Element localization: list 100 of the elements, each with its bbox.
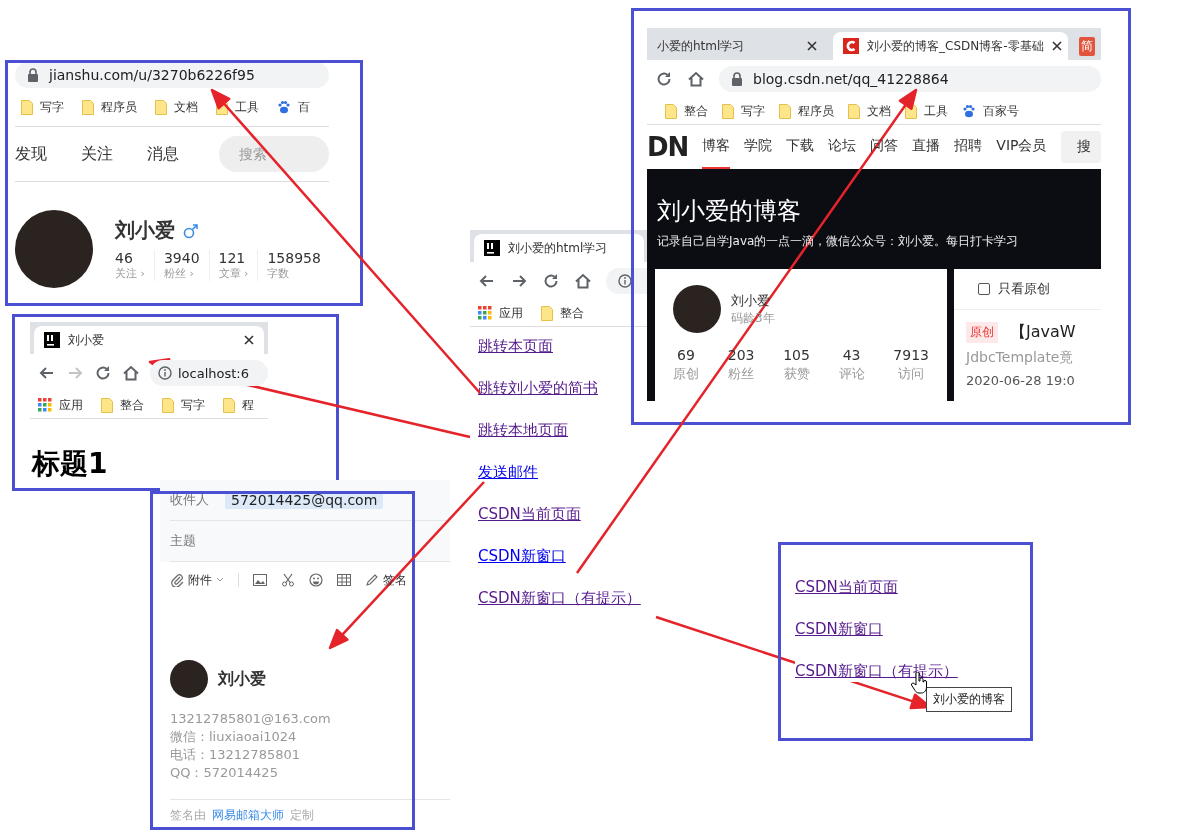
folder-icon — [779, 103, 791, 119]
url-text: blog.csdn.net/qq_41228864 — [753, 71, 949, 87]
nav-item[interactable]: 招聘 — [954, 125, 983, 169]
link[interactable]: CSDN当前页面 — [795, 576, 898, 598]
profile-meta: 码龄3年 — [731, 309, 775, 327]
stat-value: 7913 — [893, 347, 929, 363]
bookmark-item[interactable]: 文档 — [867, 102, 891, 120]
bookmark-item[interactable]: 应用 — [499, 304, 523, 322]
footer-link[interactable]: 网易邮箱大师 — [212, 806, 284, 824]
app-logo-icon — [44, 332, 60, 348]
link[interactable]: 跳转本地页面 — [478, 419, 568, 441]
url-text: jianshu.com/u/3270b6226f95 — [49, 67, 255, 83]
stat-value: 43 — [842, 347, 861, 363]
signature-line: QQ：572014425 — [170, 764, 279, 782]
stat-value: 69 — [677, 347, 695, 363]
close-icon[interactable] — [807, 41, 817, 51]
folder-icon — [665, 103, 677, 119]
apps-grid-icon — [38, 398, 52, 412]
article-date: 2020-06-28 19:0 — [966, 373, 1076, 388]
close-icon[interactable] — [1051, 41, 1062, 51]
folder-icon — [101, 397, 113, 413]
caret-icon — [216, 577, 224, 583]
field-label: 主题 — [170, 532, 196, 550]
folder-icon — [82, 99, 94, 115]
paperclip-icon — [170, 573, 184, 587]
bookmark-item[interactable]: 百 — [298, 98, 310, 116]
bookmark-item[interactable]: 整合 — [560, 304, 584, 322]
link[interactable]: CSDN新窗口 — [478, 545, 566, 567]
nav-item[interactable]: VIP会员 — [996, 125, 1047, 169]
bookmark-item[interactable]: 文档 — [174, 98, 198, 116]
stat-value: 105 — [783, 347, 810, 363]
tooltip: 刘小爱的博客 — [926, 687, 1012, 712]
bookmark-item[interactable]: 写字 — [181, 396, 205, 414]
stat-value: 46 — [115, 250, 134, 266]
field-label: 收件人 — [170, 491, 209, 509]
page-heading: 标题1 — [32, 446, 109, 482]
bookmark-item[interactable]: 写字 — [741, 102, 765, 120]
image-icon[interactable] — [253, 574, 267, 586]
attachment-button[interactable]: 附件 — [170, 571, 224, 589]
bookmark-item[interactable]: 百家号 — [983, 102, 1019, 120]
link[interactable]: CSDN当前页面 — [478, 503, 581, 525]
folder-icon — [223, 397, 235, 413]
bookmark-item[interactable]: 整合 — [684, 102, 708, 120]
folder-icon — [722, 103, 734, 119]
home-icon[interactable] — [574, 272, 592, 290]
nav-item[interactable]: 下载 — [786, 125, 815, 169]
article-summary: JdbcTemplate竟 — [966, 349, 1075, 367]
lock-icon — [27, 68, 39, 82]
nav-item[interactable]: 论坛 — [828, 125, 857, 169]
article-title[interactable]: 【JavaW — [1010, 322, 1076, 343]
close-icon[interactable] — [244, 335, 254, 345]
link[interactable]: 发送邮件 — [478, 461, 538, 483]
male-symbol-icon — [183, 221, 199, 240]
reload-icon[interactable] — [655, 70, 673, 88]
scissors-icon[interactable] — [281, 573, 295, 587]
checkbox[interactable] — [978, 283, 990, 295]
reload-icon[interactable] — [542, 272, 560, 290]
browser-tab[interactable]: 刘小爱的html学习 — [474, 234, 644, 262]
nav-item[interactable]: 发现 — [15, 143, 47, 165]
bookmark-item[interactable]: 工具 — [235, 98, 259, 116]
table-icon[interactable] — [337, 574, 351, 586]
search-field[interactable]: 搜 — [1060, 131, 1101, 163]
bookmark-item[interactable]: 程序员 — [798, 102, 834, 120]
browser-tab[interactable]: 刘小爱的博客_CSDN博客-零基础 — [833, 32, 1068, 60]
nav-item[interactable]: 消息 — [147, 143, 179, 165]
bookmark-item[interactable]: 工具 — [924, 102, 948, 120]
lock-icon — [731, 72, 743, 86]
stat-label: 访问 — [898, 365, 925, 383]
nav-item[interactable]: 关注 — [81, 143, 113, 165]
bookmark-item[interactable]: 应用 — [59, 396, 83, 414]
bookmark-item[interactable]: 整合 — [120, 396, 144, 414]
stat-label: 粉丝 — [728, 365, 755, 383]
site-logo[interactable]: DN — [647, 125, 689, 169]
home-icon[interactable] — [122, 364, 140, 382]
info-icon — [158, 366, 172, 380]
browser-tab[interactable]: 刘小爱 — [34, 326, 264, 354]
nav-item[interactable]: 学院 — [744, 125, 773, 169]
signature-line: 电话：13212785801 — [170, 746, 301, 764]
address-bar[interactable]: blog.csdn.net/qq_41228864 — [719, 66, 1101, 92]
bookmark-item[interactable]: 程序员 — [101, 98, 137, 116]
folder-icon — [21, 99, 33, 115]
folder-icon — [162, 397, 174, 413]
home-icon[interactable] — [687, 70, 705, 88]
bookmark-item[interactable]: 程 — [242, 396, 254, 414]
address-bar[interactable]: jianshu.com/u/3270b6226f95 — [15, 62, 329, 88]
stat-label: 评论 — [838, 365, 865, 383]
nav-item[interactable]: 直播 — [912, 125, 941, 169]
smiley-icon[interactable] — [309, 573, 323, 587]
reload-icon[interactable] — [94, 364, 112, 382]
stat-label: 原创 — [673, 365, 699, 383]
link[interactable]: 跳转本页面 — [478, 335, 553, 357]
link[interactable]: CSDN新窗口（有提示） — [478, 587, 641, 609]
avatar — [170, 660, 208, 698]
address-bar[interactable] — [606, 268, 650, 294]
bookmark-item[interactable]: 写字 — [40, 98, 64, 116]
checkbox-label[interactable]: 只看原创 — [998, 280, 1050, 298]
address-bar[interactable]: localhost:6 — [150, 360, 268, 386]
search-field[interactable]: 搜索 — [219, 136, 329, 172]
stat-label: 获赞 — [783, 365, 810, 383]
link[interactable]: 跳转刘小爱的简书 — [478, 377, 598, 399]
